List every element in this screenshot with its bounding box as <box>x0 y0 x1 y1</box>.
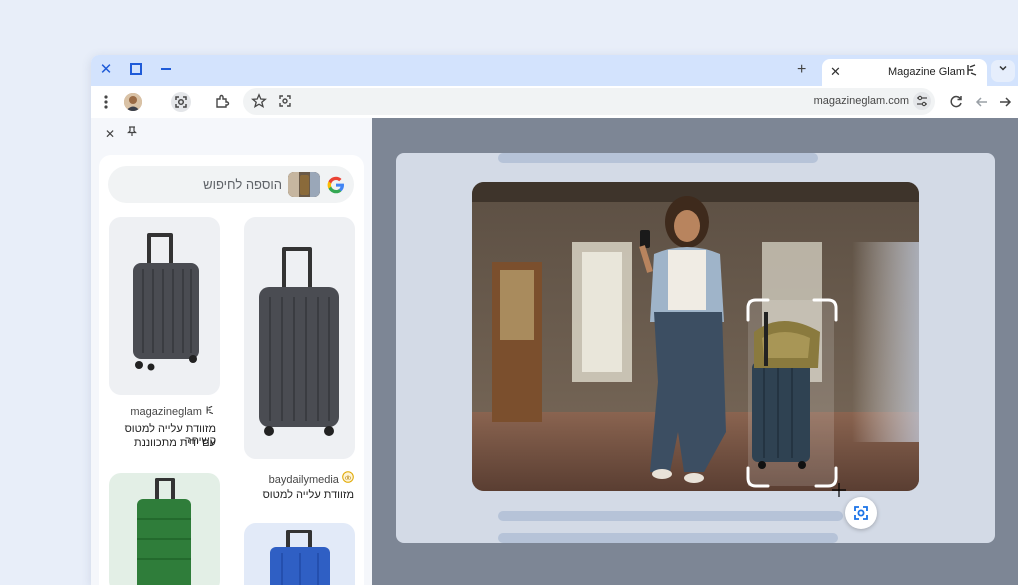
page-area <box>396 153 995 543</box>
article-photo[interactable] <box>472 182 919 491</box>
extensions-icon[interactable] <box>214 94 230 110</box>
minimize-icon[interactable] <box>158 62 174 78</box>
crosshair-cursor-icon <box>832 483 846 497</box>
url-text: magazineglam.com <box>813 95 909 107</box>
tab-title: Magazine Glam <box>887 66 965 78</box>
maximize-icon[interactable] <box>128 62 144 78</box>
tune-icon[interactable] <box>913 92 931 110</box>
toolbar: magazineglam.com <box>91 86 1018 118</box>
result-title[interactable]: מזוודת עלייה למטוס <box>239 489 354 501</box>
page-content <box>372 118 1018 585</box>
placeholder-bar <box>498 533 838 543</box>
placeholder-bar <box>498 153 818 163</box>
lens-icon[interactable] <box>845 497 877 529</box>
search-placeholder: הוספה לחיפוש <box>203 177 282 192</box>
site-favicon-icon: db <box>342 471 354 486</box>
google-icon <box>326 175 346 195</box>
back-arrow-icon[interactable] <box>974 94 990 110</box>
site-favicon-icon <box>205 405 215 418</box>
forward-arrow-icon[interactable] <box>997 94 1013 110</box>
result-source-name: baydailymedia <box>268 474 339 486</box>
tab-close-icon[interactable]: ✕ <box>830 64 841 80</box>
site-favicon-icon <box>965 63 979 77</box>
search-input[interactable]: הוספה לחיפוש <box>108 166 354 203</box>
lens-side-panel: ✕ הוספה לחיפוש magazineglam מזוודת עלייה… <box>91 118 372 585</box>
new-tab-plus-icon[interactable]: + <box>797 61 806 79</box>
result-source[interactable]: baydailymedia db <box>244 471 354 486</box>
close-window-icon[interactable]: ✕ <box>98 62 114 78</box>
result-image[interactable] <box>244 217 355 459</box>
browser-window: ✕ + ✕ Magazine Glam magazineglam.com ✕ ה… <box>91 55 1018 585</box>
kebab-menu-icon[interactable] <box>98 94 114 110</box>
tab-magazine-glam[interactable]: ✕ Magazine Glam <box>822 59 987 86</box>
result-image[interactable] <box>109 473 220 585</box>
selected-image-thumbnail[interactable] <box>288 172 320 197</box>
svg-text:db: db <box>345 475 351 481</box>
result-image[interactable] <box>109 217 220 395</box>
results-card: הוספה לחיפוש magazineglam מזוודת עלייה ל… <box>99 155 364 585</box>
lens-search-icon[interactable] <box>277 93 293 109</box>
star-icon[interactable] <box>251 93 267 109</box>
address-bar[interactable]: magazineglam.com <box>243 88 935 115</box>
reload-icon[interactable] <box>948 94 964 110</box>
tab-strip: ✕ + ✕ Magazine Glam <box>91 55 1018 86</box>
result-title-line2[interactable]: עם ידית מתכווננת <box>101 437 216 449</box>
placeholder-bar <box>498 511 843 521</box>
chevron-down-icon[interactable] <box>991 60 1015 82</box>
avatar[interactable] <box>124 93 142 111</box>
close-icon[interactable]: ✕ <box>105 127 115 141</box>
result-source-name: magazineglam <box>130 406 202 418</box>
pin-icon[interactable] <box>126 125 138 140</box>
result-source[interactable]: magazineglam <box>105 405 215 418</box>
lens-icon[interactable] <box>171 92 191 112</box>
result-image[interactable] <box>244 523 355 585</box>
